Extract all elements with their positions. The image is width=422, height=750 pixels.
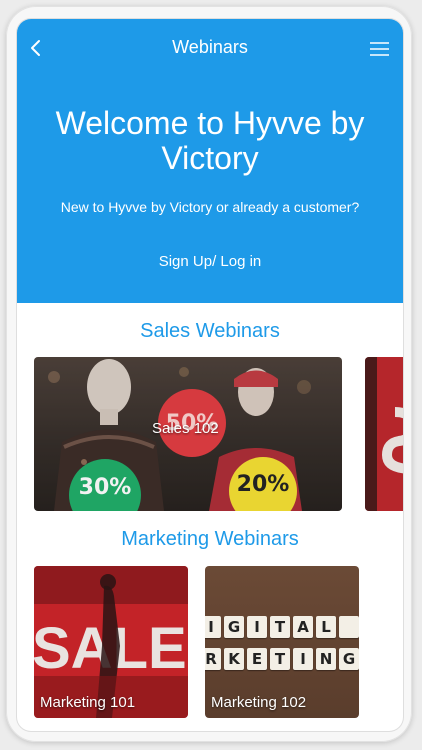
marketing-webinars-title: Marketing Webinars bbox=[121, 528, 299, 550]
page-title: Webinars bbox=[172, 37, 248, 57]
sales-webinar-card[interactable]: 50% 30% 20% Sales 102 bbox=[34, 357, 342, 511]
welcome-subtitle: New to Hyvve by Victory or already a cus… bbox=[60, 199, 360, 215]
card-label: Sales 102 bbox=[152, 420, 219, 437]
signup-login-link[interactable]: Sign Up/ Log in bbox=[17, 253, 403, 270]
hamburger-menu-icon[interactable] bbox=[370, 42, 389, 56]
hero-banner: Webinars Welcome to Hyvve by Victory New… bbox=[17, 19, 403, 303]
card-label: Marketing 102 bbox=[211, 694, 307, 711]
discount-badge-text: 20% bbox=[236, 471, 290, 497]
sales-webinar-card-partial[interactable] bbox=[365, 357, 403, 511]
marketing-webinar-card[interactable]: I G I T A L R K E T I N G Marketing 102 bbox=[205, 566, 359, 718]
discount-badge-text: 30% bbox=[78, 474, 132, 500]
app-screen: Webinars Welcome to Hyvve by Victory New… bbox=[17, 19, 403, 731]
marketing-webinar-card[interactable]: SALE Marketing 101 bbox=[34, 566, 188, 718]
card-label: Marketing 101 bbox=[40, 694, 136, 711]
welcome-heading: Welcome to Hyvve by Victory bbox=[55, 105, 365, 176]
sale-sign-image bbox=[365, 357, 403, 511]
sales-webinars-title: Sales Webinars bbox=[140, 320, 280, 342]
